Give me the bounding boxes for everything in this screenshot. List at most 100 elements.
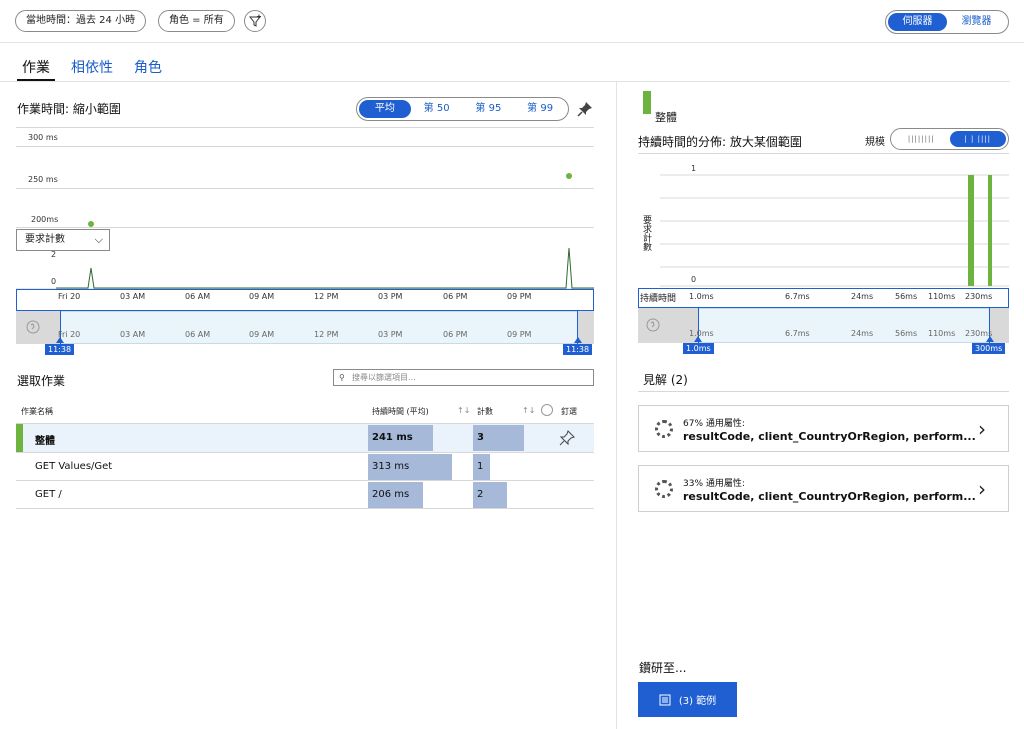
table-row[interactable]: [16, 481, 594, 508]
dist-brush-tick-4: 56ms: [895, 329, 918, 338]
samples-button[interactable]: (3) 範例: [638, 682, 737, 717]
column-header-name[interactable]: 作業名稱: [21, 406, 53, 417]
brush-end-handle[interactable]: [574, 337, 582, 343]
insight-card[interactable]: 67% 通用屬性: resultCode, client_CountryOrRe…: [638, 405, 1009, 452]
column-header-count[interactable]: 計數: [477, 406, 493, 417]
brush-tick-7: 06 PM: [443, 330, 468, 339]
samples-button-label: (3) 範例: [678, 696, 717, 707]
brush-start-label: 11:38: [45, 344, 75, 355]
operation-name: GET /: [35, 489, 62, 500]
dist-brush-tick-2: 6.7ms: [785, 329, 810, 338]
column-header-pin: 釘選: [561, 407, 577, 416]
dist-x-tick-4: 56ms: [895, 292, 918, 301]
operation-search-input[interactable]: ⚲ 搜尋以篩選項目...: [333, 369, 594, 386]
pin-icon[interactable]: [577, 101, 593, 117]
duration-value: 313 ms: [372, 461, 410, 472]
search-placeholder: 搜尋以篩選項目...: [352, 373, 416, 382]
time-tick-5: 12 PM: [314, 292, 339, 301]
dist-brush-tick-3: 24ms: [851, 329, 874, 338]
dist-brush-end-handle[interactable]: [986, 336, 994, 342]
tab-roles[interactable]: 角色: [134, 57, 162, 77]
dist-x-tick-5: 110ms: [928, 292, 956, 301]
tab-divider: [0, 81, 1010, 82]
drill-into-title: 鑽研至...: [639, 661, 687, 675]
tab-operations[interactable]: 作業: [22, 57, 50, 77]
insight-properties: resultCode, client_CountryOrRegion, perf…: [683, 430, 976, 443]
select-operation-title: 選取作業: [17, 374, 66, 388]
insight-percent: 33% 通用屬性:: [683, 479, 745, 489]
list-icon: [659, 694, 671, 705]
dist-x-tick-3: 24ms: [851, 292, 874, 301]
dist-top-border: [638, 153, 1009, 154]
dist-x-axis-label: 持續時間: [640, 294, 677, 304]
time-tick-6: 03 PM: [378, 292, 403, 301]
role-filter[interactable]: 角色 = 所有: [158, 10, 235, 32]
percentile-50[interactable]: 第 50: [411, 100, 463, 118]
brush-start-handle[interactable]: [56, 337, 64, 343]
dist-brush-start-handle[interactable]: [694, 336, 702, 342]
tab-dependencies[interactable]: 相依性: [71, 57, 113, 77]
legend-label: 整體: [655, 111, 677, 124]
brush-tick-2: 03 AM: [120, 330, 146, 339]
row-divider: [16, 508, 594, 509]
duration-point-1: [88, 221, 94, 227]
server-toggle[interactable]: 伺服器: [888, 13, 947, 31]
duration-point-2: [566, 173, 572, 179]
request-count-chart: [16, 247, 594, 290]
distribution-title: 持續時間的分佈: 放大某個範圍: [638, 135, 802, 149]
series-color-swatch: [16, 424, 23, 452]
filter-bar: 當地時間：過去 24 小時 角色 = 所有 伺服器 瀏覽器: [0, 0, 1024, 43]
brush-selection[interactable]: [60, 311, 578, 344]
search-icon: ⚲: [339, 373, 345, 382]
operation-times-title: 作業時間: 縮小範圍: [17, 102, 121, 116]
dist-x-tick-2: 6.7ms: [785, 292, 810, 301]
time-tick-8: 09 PM: [507, 292, 532, 301]
percentile-avg[interactable]: 平均: [359, 100, 411, 118]
scale-log-option[interactable]: | | ||||: [949, 131, 1006, 147]
dist-brush-end-label: 300ms: [972, 343, 1006, 354]
loading-ring-icon: [655, 480, 673, 498]
insights-title: 見解 (2): [643, 373, 688, 387]
histogram-bar: [988, 175, 992, 286]
reset-zoom-icon[interactable]: [26, 320, 40, 334]
dist-y-axis-label: 要求計數: [641, 215, 651, 251]
time-range-filter[interactable]: 當地時間：過去 24 小時: [15, 10, 147, 32]
legend-swatch: [643, 91, 651, 114]
brush-end-label: 11:38: [563, 344, 593, 355]
dist-brush-start-label: 1.0ms: [683, 343, 714, 354]
insight-percent: 67% 通用屬性:: [683, 419, 745, 429]
time-tick-1: Fri 20: [58, 292, 81, 301]
time-tick-7: 06 PM: [443, 292, 468, 301]
column-header-duration[interactable]: 持續時間 (平均): [372, 406, 429, 417]
dist-x-tick-6: 230ms: [965, 292, 993, 301]
chevron-right-icon: ›: [978, 417, 986, 441]
percentile-99[interactable]: 第 99: [514, 100, 566, 118]
scale-label: 規模: [865, 137, 885, 148]
brush-tick-5: 12 PM: [314, 330, 339, 339]
brush-tick-8: 09 PM: [507, 330, 532, 339]
scale-linear-option[interactable]: ||||||||: [893, 131, 950, 147]
count-value: 3: [477, 432, 484, 443]
insight-card[interactable]: 33% 通用屬性: resultCode, client_CountryOrRe…: [638, 465, 1009, 512]
time-tick-4: 09 AM: [249, 292, 275, 301]
count-value: 2: [477, 489, 484, 500]
brush-tick-6: 03 PM: [378, 330, 403, 339]
percentile-selector[interactable]: 平均 第 50 第 95 第 99: [356, 97, 569, 121]
pin-operation-icon[interactable]: [559, 430, 575, 446]
add-filter-button[interactable]: [244, 10, 266, 32]
time-tick-3: 06 AM: [185, 292, 211, 301]
panel-divider: [616, 82, 617, 729]
scale-toggle[interactable]: |||||||| | | ||||: [890, 128, 1009, 150]
dist-reset-zoom-icon[interactable]: [646, 318, 660, 332]
loading-ring-icon: [655, 420, 673, 438]
sort-count-icon[interactable]: ↑↓: [522, 406, 535, 415]
server-browser-toggle[interactable]: 伺服器 瀏覽器: [885, 10, 1009, 34]
count-line: [56, 247, 594, 289]
duration-value: 241 ms: [372, 432, 413, 443]
percentile-95[interactable]: 第 95: [463, 100, 515, 118]
sort-duration-icon[interactable]: ↑↓: [457, 406, 470, 415]
browser-toggle[interactable]: 瀏覽器: [947, 13, 1006, 31]
operation-name: GET Values/Get: [35, 461, 113, 472]
help-icon[interactable]: [541, 404, 553, 416]
dist-brush-tick-5: 110ms: [928, 329, 956, 338]
